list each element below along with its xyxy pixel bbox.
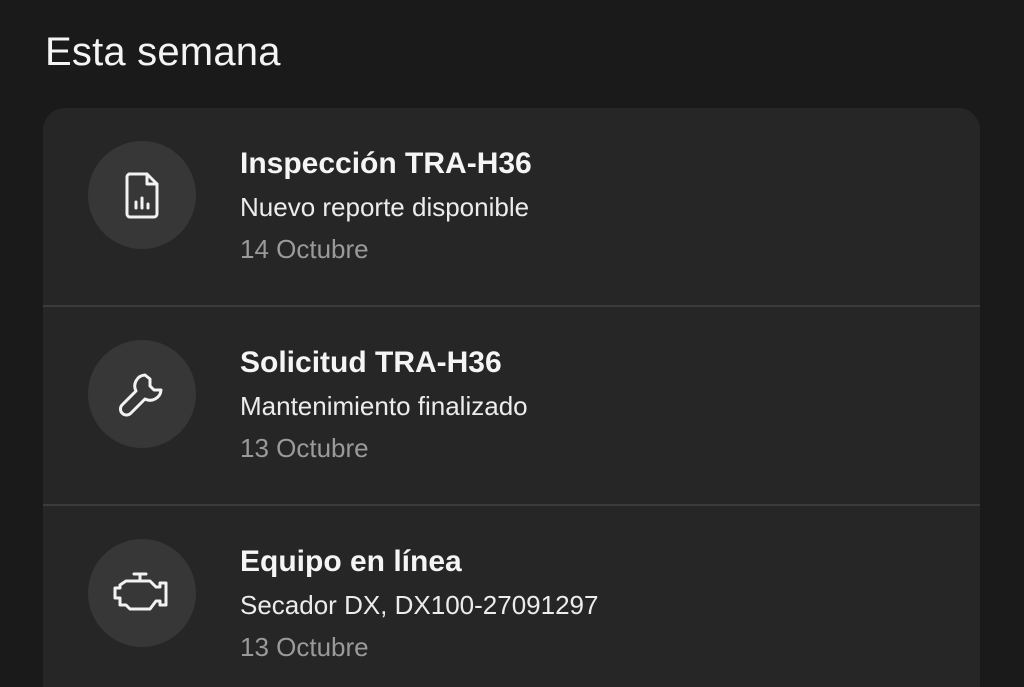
notification-title: Equipo en línea bbox=[240, 545, 462, 578]
notifications-card: Inspección TRA-H36 Nuevo reporte disponi… bbox=[43, 108, 980, 687]
notification-date: 13 Octubre bbox=[240, 632, 369, 662]
notification-title: Inspección TRA-H36 bbox=[240, 147, 532, 180]
report-icon bbox=[88, 141, 196, 249]
notification-item[interactable]: Solicitud TRA-H36 Mantenimiento finaliza… bbox=[43, 307, 980, 506]
notification-text: Equipo en línea Secador DX, DX100-270912… bbox=[240, 544, 598, 663]
notification-title: Solicitud TRA-H36 bbox=[240, 346, 502, 379]
notification-date: 14 Octubre bbox=[240, 234, 369, 264]
notification-text: Solicitud TRA-H36 Mantenimiento finaliza… bbox=[240, 345, 528, 464]
wrench-icon bbox=[88, 340, 196, 448]
engine-icon bbox=[88, 539, 196, 647]
notifications-screen: Esta semana Inspección TRA-H36 Nuevo rep… bbox=[0, 0, 1024, 687]
notification-text: Inspección TRA-H36 Nuevo reporte disponi… bbox=[240, 146, 532, 265]
notification-subtitle: Secador DX, DX100-27091297 bbox=[240, 590, 599, 620]
notification-subtitle: Mantenimiento finalizado bbox=[240, 391, 528, 421]
section-title: Esta semana bbox=[45, 30, 281, 74]
notification-subtitle: Nuevo reporte disponible bbox=[240, 192, 530, 222]
notification-date: 13 Octubre bbox=[240, 433, 369, 463]
notification-item[interactable]: Equipo en línea Secador DX, DX100-270912… bbox=[43, 506, 980, 687]
notification-item[interactable]: Inspección TRA-H36 Nuevo reporte disponi… bbox=[43, 108, 980, 307]
